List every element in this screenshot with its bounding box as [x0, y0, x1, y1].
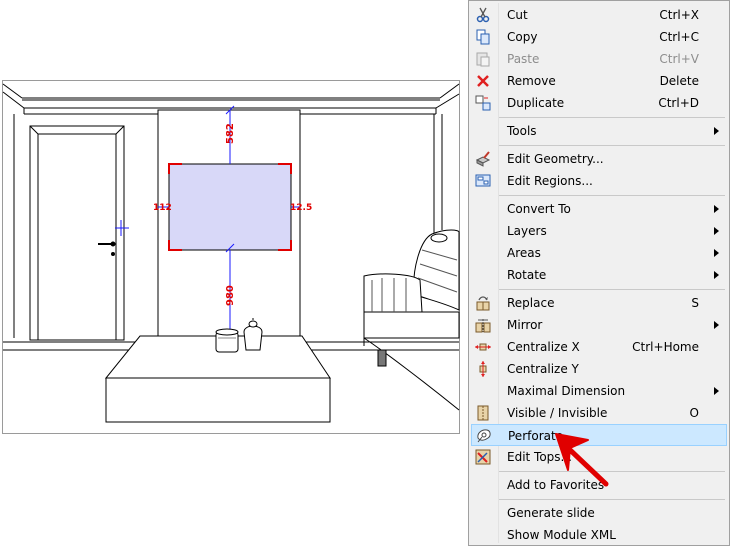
edit-regions-icon: [475, 174, 491, 187]
menu-item-generate-slide[interactable]: Generate slide: [471, 502, 727, 524]
menu-item-centralize-y[interactable]: Centralize Y: [471, 358, 727, 380]
menu-item-shortcut: S: [691, 296, 699, 310]
copy-icon: [476, 29, 490, 45]
submenu-arrow-icon: [714, 271, 719, 279]
menu-item-label: Maximal Dimension: [507, 384, 626, 398]
submenu-arrow-icon: [714, 249, 719, 257]
menu-item-convert-to[interactable]: Convert To: [471, 198, 727, 220]
menu-item-edit-regions[interactable]: Edit Regions...: [471, 170, 727, 192]
menu-item-label: Edit Geometry...: [507, 152, 604, 166]
menu-item-show-module-xml[interactable]: Show Module XML: [471, 524, 727, 546]
menu-item-visible-invisible[interactable]: Visible / Invisible O: [471, 402, 727, 424]
menu-item-centralize-x[interactable]: Centralize X Ctrl+Home: [471, 336, 727, 358]
menu-item-label: Areas: [507, 246, 541, 260]
menu-item-label: Perforate: [508, 429, 564, 443]
menu-item-label: Centralize Y: [507, 362, 579, 376]
context-menu[interactable]: Cut Ctrl+X Copy Ctrl+C Paste Ctrl+V Remo…: [468, 0, 730, 546]
menu-separator: [499, 117, 725, 118]
menu-item-paste[interactable]: Paste Ctrl+V: [471, 48, 727, 70]
submenu-arrow-icon: [714, 227, 719, 235]
menu-item-label: Copy: [507, 30, 538, 44]
menu-item-label: Paste: [507, 52, 540, 66]
menu-item-shortcut: Ctrl+V: [659, 52, 699, 66]
menu-item-areas[interactable]: Areas: [471, 242, 727, 264]
menu-item-maximal-dimension[interactable]: Maximal Dimension: [471, 380, 727, 402]
duplicate-icon: [475, 95, 491, 111]
menu-separator: [499, 471, 725, 472]
menu-item-label: Edit Tops...: [507, 450, 572, 464]
menu-item-label: Layers: [507, 224, 547, 238]
menu-item-remove[interactable]: Remove Delete: [471, 70, 727, 92]
menu-item-label: Add to Favorites: [507, 478, 605, 492]
menu-item-edit-tops[interactable]: Edit Tops...: [471, 446, 727, 468]
menu-item-label: Tools: [507, 124, 537, 138]
menu-item-shortcut: Ctrl+D: [658, 96, 699, 110]
perforate-icon: [477, 429, 491, 443]
menu-item-label: Mirror: [507, 318, 543, 332]
menu-item-label: Show Module XML: [507, 528, 616, 542]
submenu-arrow-icon: [714, 321, 719, 329]
centralize-y-icon: [479, 361, 487, 377]
menu-item-shortcut: Ctrl+Home: [632, 340, 699, 354]
menu-separator: [499, 145, 725, 146]
menu-item-label: Rotate: [507, 268, 547, 282]
menu-item-label: Remove: [507, 74, 556, 88]
edit-tops-icon: [475, 449, 491, 465]
edit-geometry-icon: [475, 151, 491, 167]
mirror-icon: [475, 319, 491, 333]
menu-item-label: Replace: [507, 296, 555, 310]
menu-separator: [499, 195, 725, 196]
red-x-icon: [477, 75, 489, 87]
menu-item-copy[interactable]: Copy Ctrl+C: [471, 26, 727, 48]
menu-item-label: Edit Regions...: [507, 174, 593, 188]
menu-item-add-to-favorites[interactable]: Add to Favorites: [471, 474, 727, 496]
scissors-icon: [476, 7, 490, 23]
paste-icon: [476, 52, 490, 67]
centralize-x-icon: [475, 343, 491, 351]
submenu-arrow-icon: [714, 387, 719, 395]
menu-item-label: Cut: [507, 8, 528, 22]
menu-item-label: Centralize X: [507, 340, 580, 354]
visibility-icon: [477, 405, 489, 421]
menu-item-duplicate[interactable]: Duplicate Ctrl+D: [471, 92, 727, 114]
menu-item-cut[interactable]: Cut Ctrl+X: [471, 4, 727, 26]
menu-item-tools[interactable]: Tools: [471, 120, 727, 142]
menu-item-label: Visible / Invisible: [507, 406, 608, 420]
menu-item-rotate[interactable]: Rotate: [471, 264, 727, 286]
menu-separator: [499, 289, 725, 290]
menu-item-label: Generate slide: [507, 506, 595, 520]
menu-item-shortcut: O: [689, 406, 699, 420]
menu-item-label: Convert To: [507, 202, 571, 216]
replace-icon: [476, 296, 490, 311]
menu-item-edit-geometry[interactable]: Edit Geometry...: [471, 148, 727, 170]
menu-item-shortcut: Ctrl+X: [659, 8, 699, 22]
menu-item-replace[interactable]: Replace S: [471, 292, 727, 314]
menu-item-perforate[interactable]: Perforate: [471, 424, 727, 446]
menu-item-label: Duplicate: [507, 96, 565, 110]
menu-item-shortcut: Delete: [659, 74, 699, 88]
menu-separator: [499, 499, 725, 500]
submenu-arrow-icon: [714, 205, 719, 213]
menu-item-mirror[interactable]: Mirror: [471, 314, 727, 336]
submenu-arrow-icon: [714, 127, 719, 135]
menu-item-shortcut: Ctrl+C: [659, 30, 699, 44]
menu-item-layers[interactable]: Layers: [471, 220, 727, 242]
